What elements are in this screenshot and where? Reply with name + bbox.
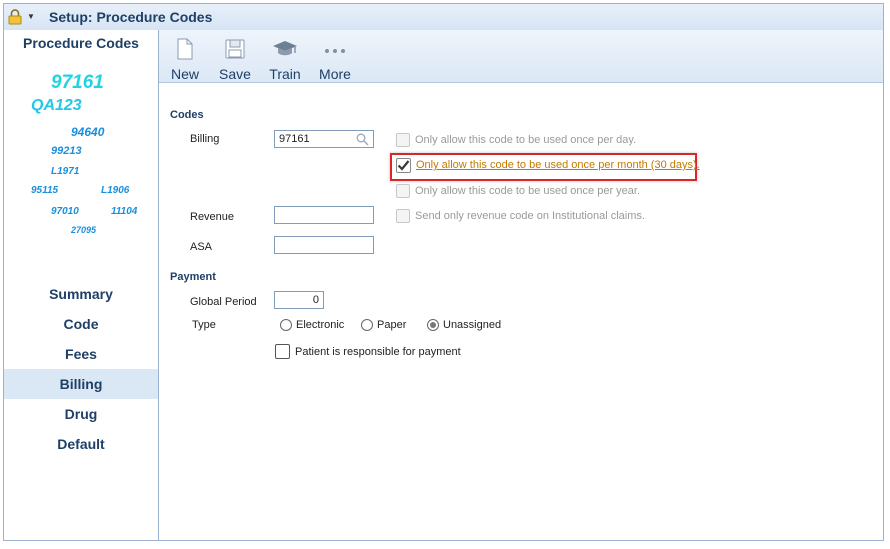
patient-responsible-label: Patient is responsible for payment bbox=[295, 346, 461, 358]
save-label: Save bbox=[219, 66, 251, 82]
once-per-month-checkbox[interactable] bbox=[396, 158, 411, 173]
cloud-code[interactable]: 95115 bbox=[31, 185, 58, 196]
toolbar: New Save Train More bbox=[159, 30, 883, 83]
train-label: Train bbox=[269, 66, 301, 82]
search-icon[interactable] bbox=[356, 133, 369, 146]
sidebar-item-summary[interactable]: Summary bbox=[4, 279, 158, 309]
more-label: More bbox=[319, 66, 351, 82]
type-electronic-radio[interactable] bbox=[280, 319, 292, 331]
cloud-code[interactable]: 97010 bbox=[51, 206, 79, 217]
floppy-disk-icon bbox=[225, 39, 245, 59]
once-per-day-label: Only allow this code to be used once per… bbox=[415, 134, 637, 146]
once-per-month-label[interactable]: Only allow this code to be used once per… bbox=[416, 159, 700, 171]
save-button[interactable]: Save bbox=[212, 34, 258, 82]
new-button[interactable]: New bbox=[162, 34, 208, 82]
sidebar-item-code[interactable]: Code bbox=[4, 309, 158, 339]
more-button[interactable]: More bbox=[312, 34, 358, 82]
revenue-label: Revenue bbox=[190, 211, 235, 223]
cloud-code[interactable]: 97161 bbox=[51, 72, 104, 94]
billing-code-value: 97161 bbox=[279, 133, 310, 145]
cloud-code[interactable]: 11104 bbox=[111, 206, 137, 217]
sidebar-item-default[interactable]: Default bbox=[4, 429, 158, 459]
new-label: New bbox=[170, 66, 199, 82]
revenue-code-input[interactable] bbox=[274, 206, 374, 224]
billing-label: Billing bbox=[190, 133, 220, 145]
cloud-code[interactable]: 94640 bbox=[71, 125, 104, 139]
cloud-code[interactable]: 99213 bbox=[51, 145, 82, 157]
revenue-only-label: Send only revenue code on Institutional … bbox=[415, 210, 645, 222]
checkmark-icon bbox=[397, 160, 410, 171]
payment-section-label: Payment bbox=[170, 271, 216, 283]
asa-label: ASA bbox=[190, 241, 213, 253]
once-per-year-checkbox[interactable] bbox=[396, 184, 410, 198]
new-document-icon bbox=[177, 38, 193, 60]
sidebar-item-drug[interactable]: Drug bbox=[4, 399, 158, 429]
type-electronic-label: Electronic bbox=[296, 319, 345, 331]
asa-code-input[interactable] bbox=[274, 236, 374, 254]
title-bar: ▼ Setup: Procedure Codes bbox=[4, 4, 883, 31]
chevron-down-icon[interactable]: ▼ bbox=[27, 12, 35, 21]
billing-code-input[interactable]: 97161 bbox=[274, 130, 374, 148]
cloud-code[interactable]: 27095 bbox=[71, 225, 96, 235]
once-per-year-label: Only allow this code to be used once per… bbox=[415, 185, 641, 197]
global-period-value: 0 bbox=[312, 294, 319, 306]
lock-icon[interactable] bbox=[8, 9, 22, 25]
global-period-input[interactable]: 0 bbox=[274, 291, 324, 309]
cloud-code[interactable]: L1906 bbox=[101, 185, 129, 196]
cloud-code[interactable]: QA123 bbox=[31, 97, 82, 115]
type-paper-label: Paper bbox=[377, 319, 407, 331]
patient-responsible-checkbox[interactable] bbox=[275, 344, 290, 359]
cloud-code[interactable]: L1971 bbox=[51, 166, 79, 177]
type-paper-radio[interactable] bbox=[361, 319, 373, 331]
type-unassigned-radio[interactable] bbox=[427, 319, 439, 331]
train-button[interactable]: Train bbox=[262, 34, 308, 82]
procedure-codes-window: ▼ Setup: Procedure Codes Procedure Codes… bbox=[3, 3, 884, 541]
once-per-day-checkbox[interactable] bbox=[396, 133, 410, 147]
sidebar-nav: Summary Code Fees Billing Drug Default bbox=[4, 279, 158, 459]
window-title: Setup: Procedure Codes bbox=[49, 9, 213, 25]
sidebar-item-billing[interactable]: Billing bbox=[4, 369, 158, 399]
type-unassigned-label: Unassigned bbox=[443, 319, 502, 331]
sidebar-item-fees[interactable]: Fees bbox=[4, 339, 158, 369]
graduation-cap-icon bbox=[273, 41, 297, 56]
revenue-only-checkbox[interactable] bbox=[396, 209, 410, 223]
global-period-label: Global Period bbox=[190, 296, 257, 308]
codes-section-label: Codes bbox=[170, 109, 204, 121]
sidebar: Procedure Codes 97161 QA123 94640 99213 … bbox=[4, 30, 159, 540]
payment-type-label: Type bbox=[192, 319, 216, 331]
more-dots-icon bbox=[325, 49, 345, 53]
sidebar-heading: Procedure Codes bbox=[23, 35, 139, 51]
billing-form: Codes Billing 97161 Only allow this code… bbox=[159, 83, 883, 540]
